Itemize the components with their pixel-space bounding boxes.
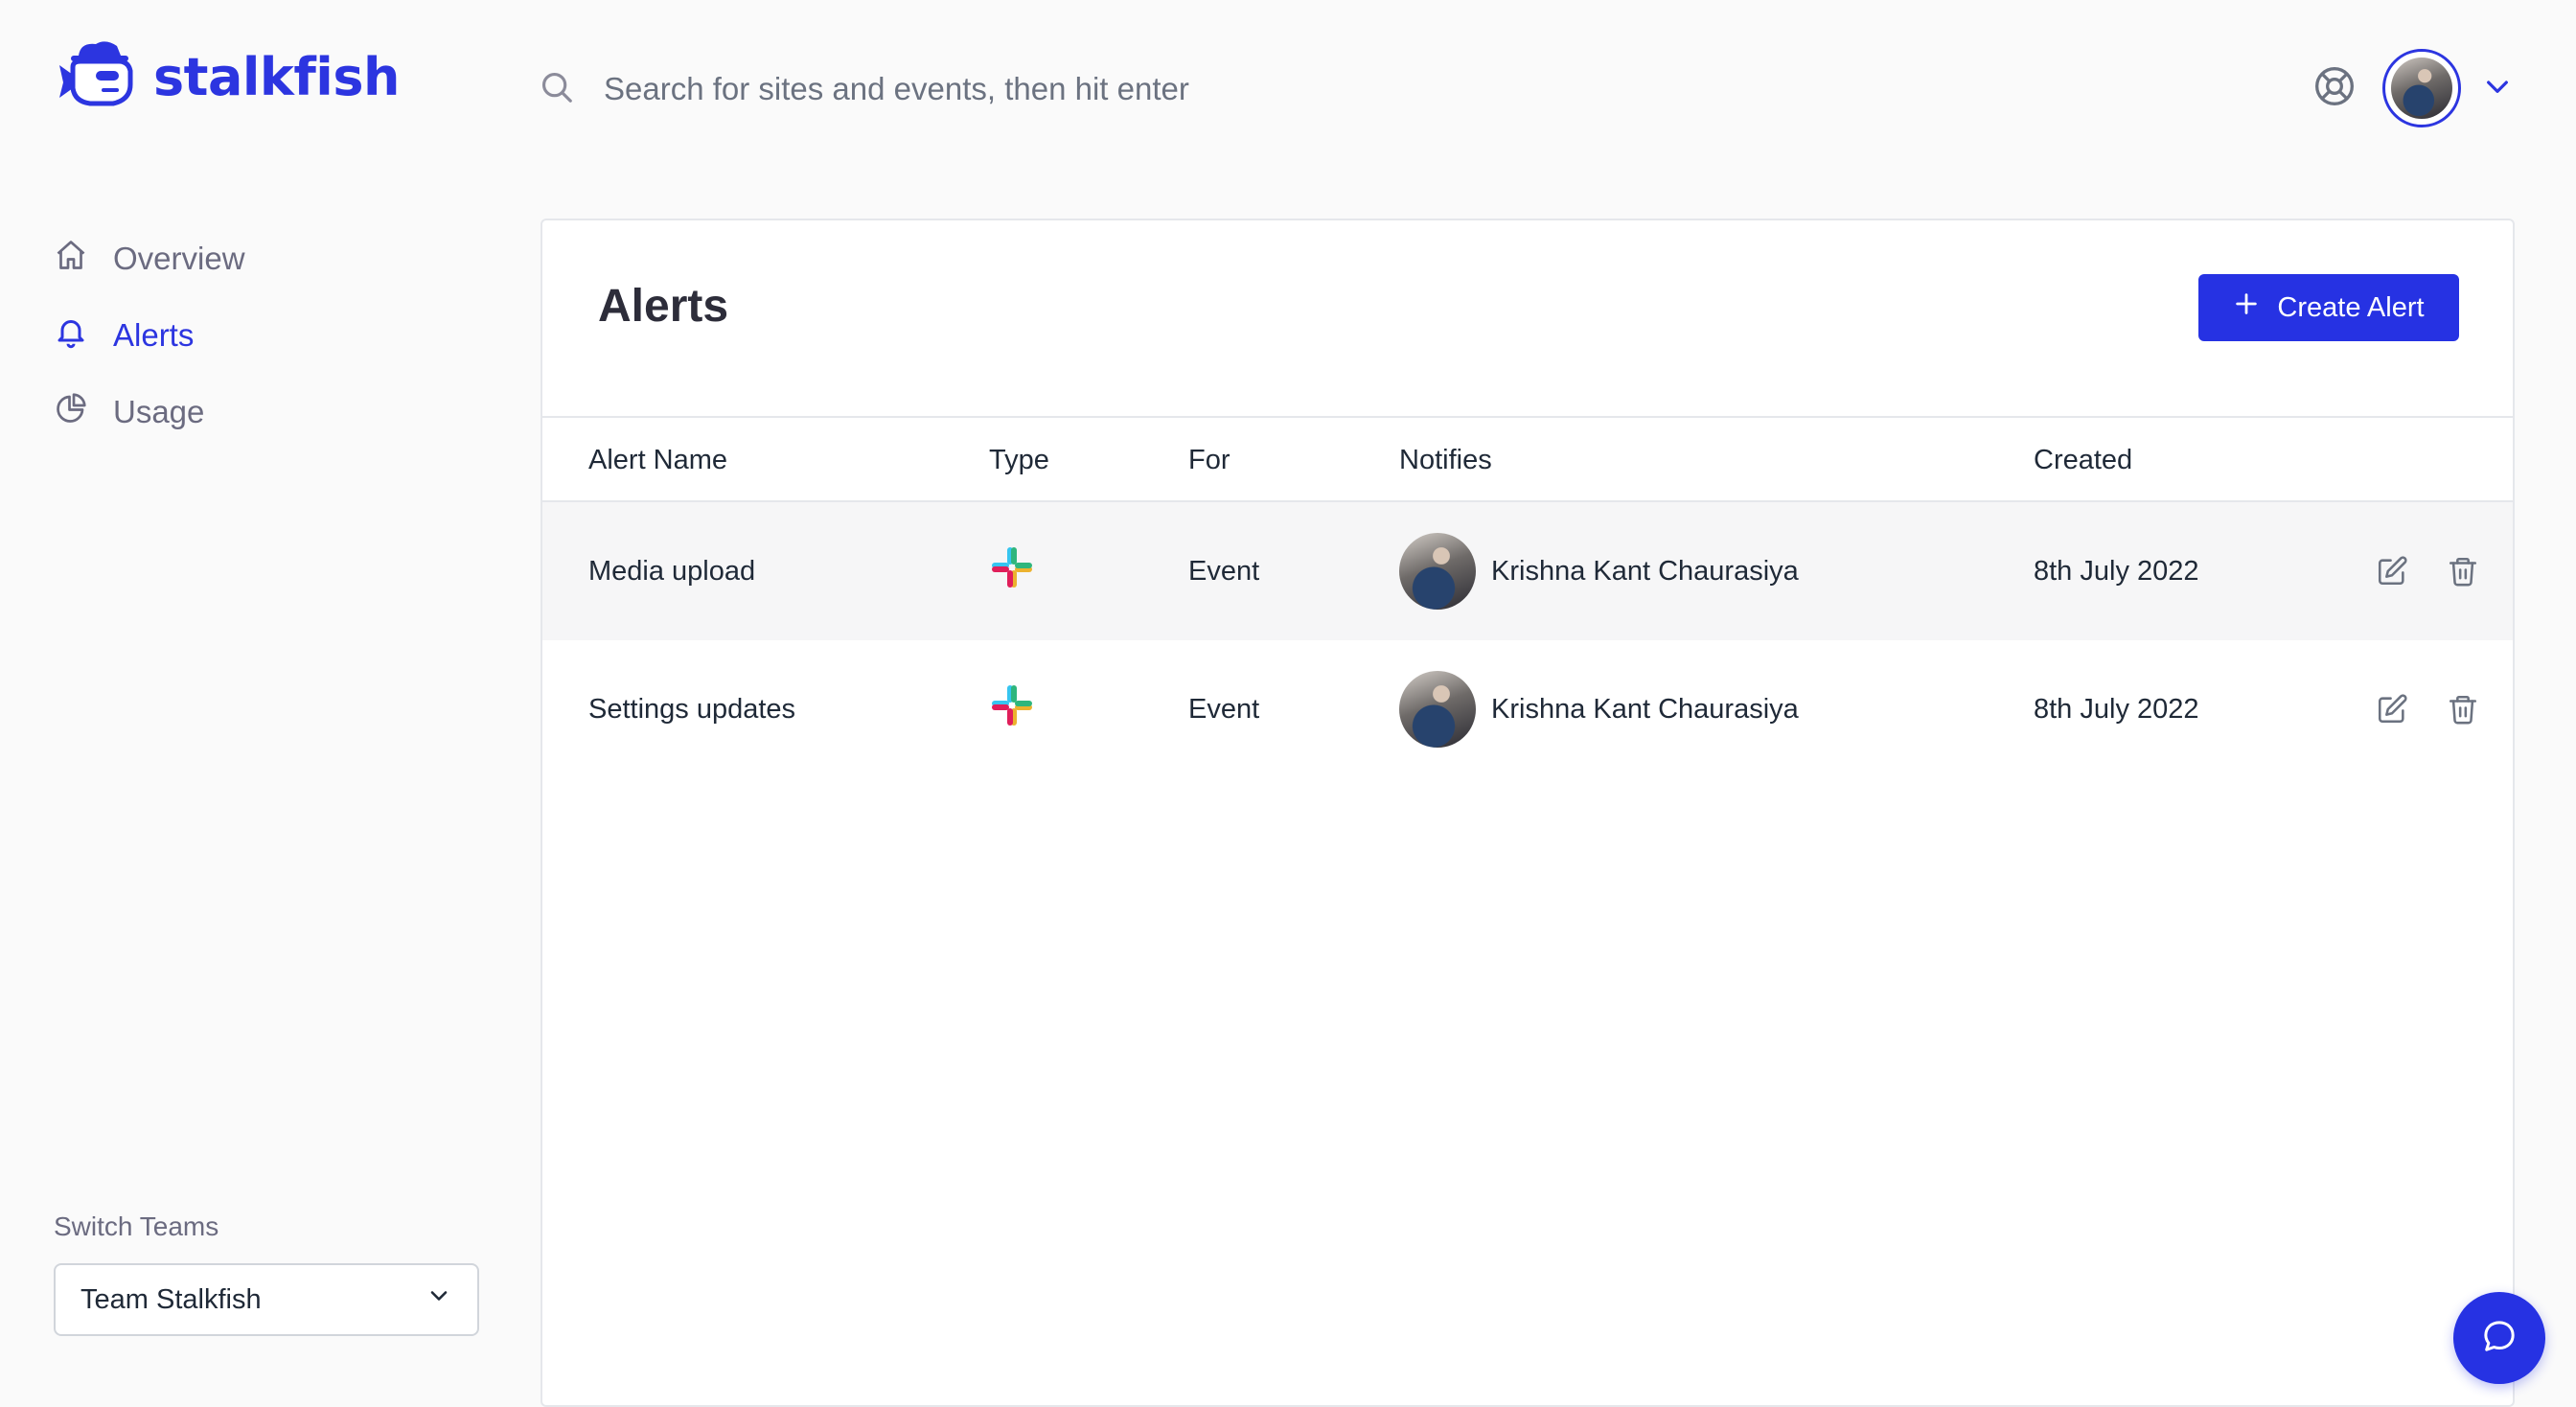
column-header-alert-name: Alert Name <box>588 445 728 475</box>
table-header: Alert Name Type For Notifies Created <box>542 416 2513 502</box>
table-row[interactable]: Settings updates Event Krishna Kant Chau… <box>542 640 2513 778</box>
home-icon <box>54 238 88 280</box>
sidebar-item-label: Overview <box>113 241 245 276</box>
alert-for-cell: Event <box>1188 693 1260 725</box>
edit-icon[interactable] <box>2375 692 2409 727</box>
sidebar-nav: Overview Alerts Usage <box>54 220 245 450</box>
search-icon <box>539 69 575 110</box>
plus-icon <box>2233 290 2260 325</box>
row-actions <box>2375 502 2480 640</box>
alert-created-cell: 8th July 2022 <box>2034 693 2199 725</box>
lifebuoy-icon <box>2313 65 2356 112</box>
brand-name: stalkfish <box>153 46 400 107</box>
alert-notifies-cell: Krishna Kant Chaurasiya <box>1399 502 1799 640</box>
notifies-user-name: Krishna Kant Chaurasiya <box>1491 555 1799 587</box>
avatar-image <box>2391 58 2452 119</box>
chat-button[interactable] <box>2453 1292 2545 1384</box>
column-header-notifies: Notifies <box>1399 445 1492 475</box>
brand-logo[interactable]: stalkfish <box>58 38 400 115</box>
team-select-value: Team Stalkfish <box>80 1283 262 1315</box>
alert-name-cell: Settings updates <box>588 693 796 725</box>
sidebar-item-overview[interactable]: Overview <box>54 220 245 297</box>
create-alert-button[interactable]: Create Alert <box>2198 274 2459 341</box>
create-alert-label: Create Alert <box>2277 291 2425 323</box>
alert-created-cell: 8th July 2022 <box>2034 555 2199 587</box>
chevron-down-icon[interactable] <box>2482 71 2513 106</box>
sidebar-item-label: Usage <box>113 394 205 429</box>
user-avatar[interactable] <box>2382 49 2461 127</box>
alert-type-cell <box>989 640 1035 778</box>
help-button[interactable] <box>2313 65 2356 112</box>
slack-icon <box>989 544 1035 598</box>
pie-chart-icon <box>54 391 88 433</box>
chevron-down-icon <box>426 1282 452 1317</box>
column-header-type: Type <box>989 445 1049 475</box>
search-input[interactable] <box>604 71 1754 107</box>
alert-name-cell: Media upload <box>588 555 756 587</box>
alert-notifies-cell: Krishna Kant Chaurasiya <box>1399 640 1799 778</box>
search-bar <box>539 56 1880 123</box>
bell-icon <box>54 314 88 357</box>
avatar <box>1399 533 1476 610</box>
alerts-table: Alert Name Type For Notifies Created Med… <box>542 416 2513 778</box>
chat-bubble-icon <box>2480 1317 2518 1360</box>
alerts-panel: Alerts Create Alert Alert Name Type For … <box>540 219 2515 1407</box>
alert-type-cell <box>989 502 1035 640</box>
column-header-for: For <box>1188 445 1230 475</box>
avatar <box>1399 671 1476 748</box>
column-header-created: Created <box>2034 445 2133 475</box>
trash-icon[interactable] <box>2446 554 2480 588</box>
trash-icon[interactable] <box>2446 692 2480 727</box>
sidebar-item-alerts[interactable]: Alerts <box>54 297 245 374</box>
table-row[interactable]: Media upload Event Krishna Kant Chaurasi… <box>542 502 2513 640</box>
slack-icon <box>989 682 1035 736</box>
edit-icon[interactable] <box>2375 554 2409 588</box>
user-menu[interactable] <box>2382 48 2513 128</box>
page-title: Alerts <box>598 281 729 332</box>
fish-detective-icon <box>58 38 138 116</box>
row-actions <box>2375 640 2480 778</box>
notifies-user-name: Krishna Kant Chaurasiya <box>1491 693 1799 725</box>
team-select[interactable]: Team Stalkfish <box>54 1263 479 1336</box>
switch-teams-label: Switch Teams <box>54 1211 219 1241</box>
sidebar-item-usage[interactable]: Usage <box>54 374 245 450</box>
alert-for-cell: Event <box>1188 555 1260 587</box>
sidebar-item-label: Alerts <box>113 317 195 353</box>
